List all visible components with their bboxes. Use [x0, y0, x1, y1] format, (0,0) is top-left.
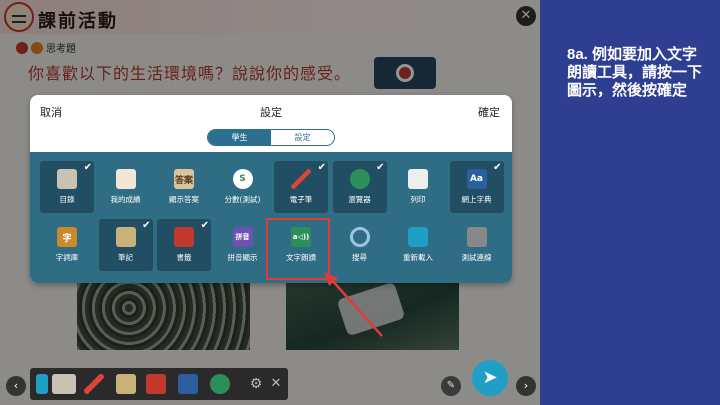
dictionary-icon[interactable]	[178, 374, 198, 394]
checkmark-icon: ✔	[376, 162, 385, 173]
tab-switcher: 學生 設定	[207, 129, 335, 146]
answer-icon: 答案	[174, 169, 194, 189]
tool-label: 書籤	[176, 253, 192, 262]
score-s-icon[interactable]	[36, 374, 48, 394]
tool-label: 重新載入	[403, 253, 433, 262]
tool-search[interactable]: 搜尋	[333, 219, 387, 271]
checkmark-icon: ✔	[317, 162, 326, 173]
tool-notes[interactable]: 筆記 ✔	[98, 219, 153, 271]
tool-label: 我的成績	[110, 195, 141, 204]
score-s-icon: S	[232, 169, 253, 189]
bottom-toolbar: ⚙ ✕	[30, 368, 288, 400]
globe-icon[interactable]	[210, 374, 230, 394]
instruction-sidebar: 8a. 例如要加入文字朗讀工具，請按一下圖示，然後按確定	[540, 0, 720, 405]
tool-pinyin[interactable]: 拼音 拼音顯示	[216, 219, 270, 271]
globe-icon	[349, 169, 370, 189]
close-icon[interactable]: ✕	[266, 374, 286, 394]
pinyin-icon: 拼音	[232, 227, 253, 247]
dialog-title: 設定	[260, 106, 282, 119]
gear-icon[interactable]: ⚙	[246, 374, 266, 394]
bookmark-icon	[174, 227, 194, 247]
tool-globe[interactable]: 瀏覽器 ✔	[332, 161, 387, 213]
book-list-icon[interactable]	[52, 374, 76, 394]
tool-label: 列印	[410, 195, 426, 204]
book-list-icon	[57, 169, 77, 189]
tool-label: 顯示答案	[169, 195, 199, 204]
notes-icon	[115, 227, 136, 247]
tool-pen[interactable]: 電子筆 ✔	[274, 161, 328, 213]
notes-icon[interactable]	[116, 374, 136, 394]
confirm-button[interactable]: 確定	[478, 104, 500, 120]
tool-signal-bars[interactable]: 測試連線	[450, 219, 504, 271]
tool-answer[interactable]: 答案 顯示答案	[157, 161, 211, 213]
reload-icon	[408, 227, 428, 247]
tab-students[interactable]: 學生	[208, 130, 271, 145]
tool-grades-chart[interactable]: 我的成績	[99, 161, 153, 213]
prev-page-button[interactable]: ‹	[6, 376, 26, 396]
checkmark-icon: ✔	[83, 162, 92, 173]
instruction-text: 8a. 例如要加入文字朗讀工具，請按一下圖示，然後按確定	[567, 46, 703, 99]
checkmark-icon: ✔	[493, 162, 502, 173]
grades-chart-icon	[115, 169, 136, 189]
tool-label: 測試連線	[461, 253, 492, 262]
bookmark-icon[interactable]	[146, 374, 166, 394]
tool-dictionary[interactable]: Aa 網上字典 ✔	[449, 161, 504, 213]
pen-icon	[291, 169, 311, 189]
checkmark-icon: ✔	[142, 220, 151, 231]
search-icon	[349, 227, 370, 247]
tool-bookmark[interactable]: 書籤 ✔	[157, 219, 211, 271]
tool-label: 目錄	[59, 195, 75, 204]
dictionary-icon: Aa	[466, 169, 487, 189]
checkmark-icon: ✔	[200, 220, 209, 231]
printer-icon	[408, 169, 428, 189]
pointer-arrow	[324, 272, 383, 337]
tool-label: 筆記	[118, 253, 133, 262]
tool-word-bank[interactable]: 字字詞庫	[40, 219, 94, 271]
tool-label: 搜尋	[352, 253, 367, 262]
eraser-icon[interactable]: ✎	[441, 376, 461, 396]
tool-label: 字詞庫	[55, 253, 79, 262]
tool-label: 網上字典	[461, 195, 492, 204]
tool-label: 電子筆	[289, 195, 313, 204]
next-page-button[interactable]: ›	[516, 376, 536, 396]
tool-score-s[interactable]: S 分數(測試)	[216, 161, 270, 213]
signal-bars-icon	[466, 227, 487, 247]
tool-label: 瀏覽器	[348, 195, 371, 204]
ebook-stage: 課前活動 ✕ 思考題 你喜歡以下的生活環境嗎？說說你的感受。 取消 設定 確定 …	[0, 0, 540, 405]
tool-reload[interactable]: 重新載入	[391, 219, 445, 271]
tool-book-list[interactable]: 目錄 ✔	[40, 161, 94, 213]
word-bank-icon: 字	[57, 227, 77, 247]
dialog-header: 取消 設定 確定	[30, 95, 512, 125]
tab-settings[interactable]: 設定	[271, 130, 334, 145]
tool-label: 分數(測試)	[224, 195, 261, 204]
pen-icon[interactable]	[84, 374, 104, 394]
send-button[interactable]: ➤	[472, 360, 508, 396]
tool-printer[interactable]: 列印	[391, 161, 445, 213]
